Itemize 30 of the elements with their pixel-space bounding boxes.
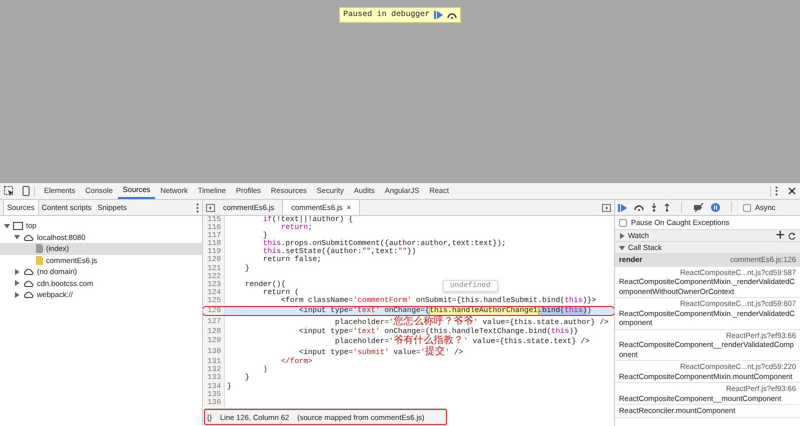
cloud-icon xyxy=(23,291,34,298)
cloud-icon xyxy=(23,280,34,287)
step-into-icon[interactable] xyxy=(651,203,657,212)
step-out-icon[interactable] xyxy=(664,203,670,212)
frame-icon xyxy=(13,222,23,230)
cloud-icon xyxy=(23,268,34,276)
disclosure-triangle-icon[interactable] xyxy=(14,280,20,286)
disclosure-triangle-icon[interactable] xyxy=(4,222,10,229)
more-menu-icon[interactable] xyxy=(775,186,778,196)
paused-message: Paused in debugger xyxy=(343,9,430,21)
disclosure-triangle-icon[interactable] xyxy=(14,234,20,240)
checkbox[interactable] xyxy=(619,218,627,226)
device-icon[interactable] xyxy=(22,186,30,196)
disclosure-triangle-icon[interactable] xyxy=(14,292,20,298)
more-menu-icon[interactable] xyxy=(196,202,199,212)
deactivate-breakpoints-icon[interactable] xyxy=(693,203,704,212)
toggle-debugger-icon[interactable] xyxy=(602,204,611,212)
pause-exceptions-icon[interactable] xyxy=(711,203,720,212)
step-over-icon[interactable] xyxy=(634,204,644,211)
resume-icon[interactable] xyxy=(434,11,443,19)
step-over-icon[interactable] xyxy=(446,12,457,18)
add-button[interactable]: + xyxy=(776,228,785,244)
checkbox[interactable] xyxy=(743,204,751,212)
inspect-icon[interactable] xyxy=(4,186,14,196)
disclosure-triangle-icon[interactable] xyxy=(14,268,20,275)
refresh-icon[interactable] xyxy=(788,232,796,240)
toggle-navigator-icon[interactable] xyxy=(206,204,215,212)
close-icon[interactable] xyxy=(788,187,796,195)
resume-icon[interactable] xyxy=(618,204,627,212)
cloud-icon xyxy=(23,234,34,241)
